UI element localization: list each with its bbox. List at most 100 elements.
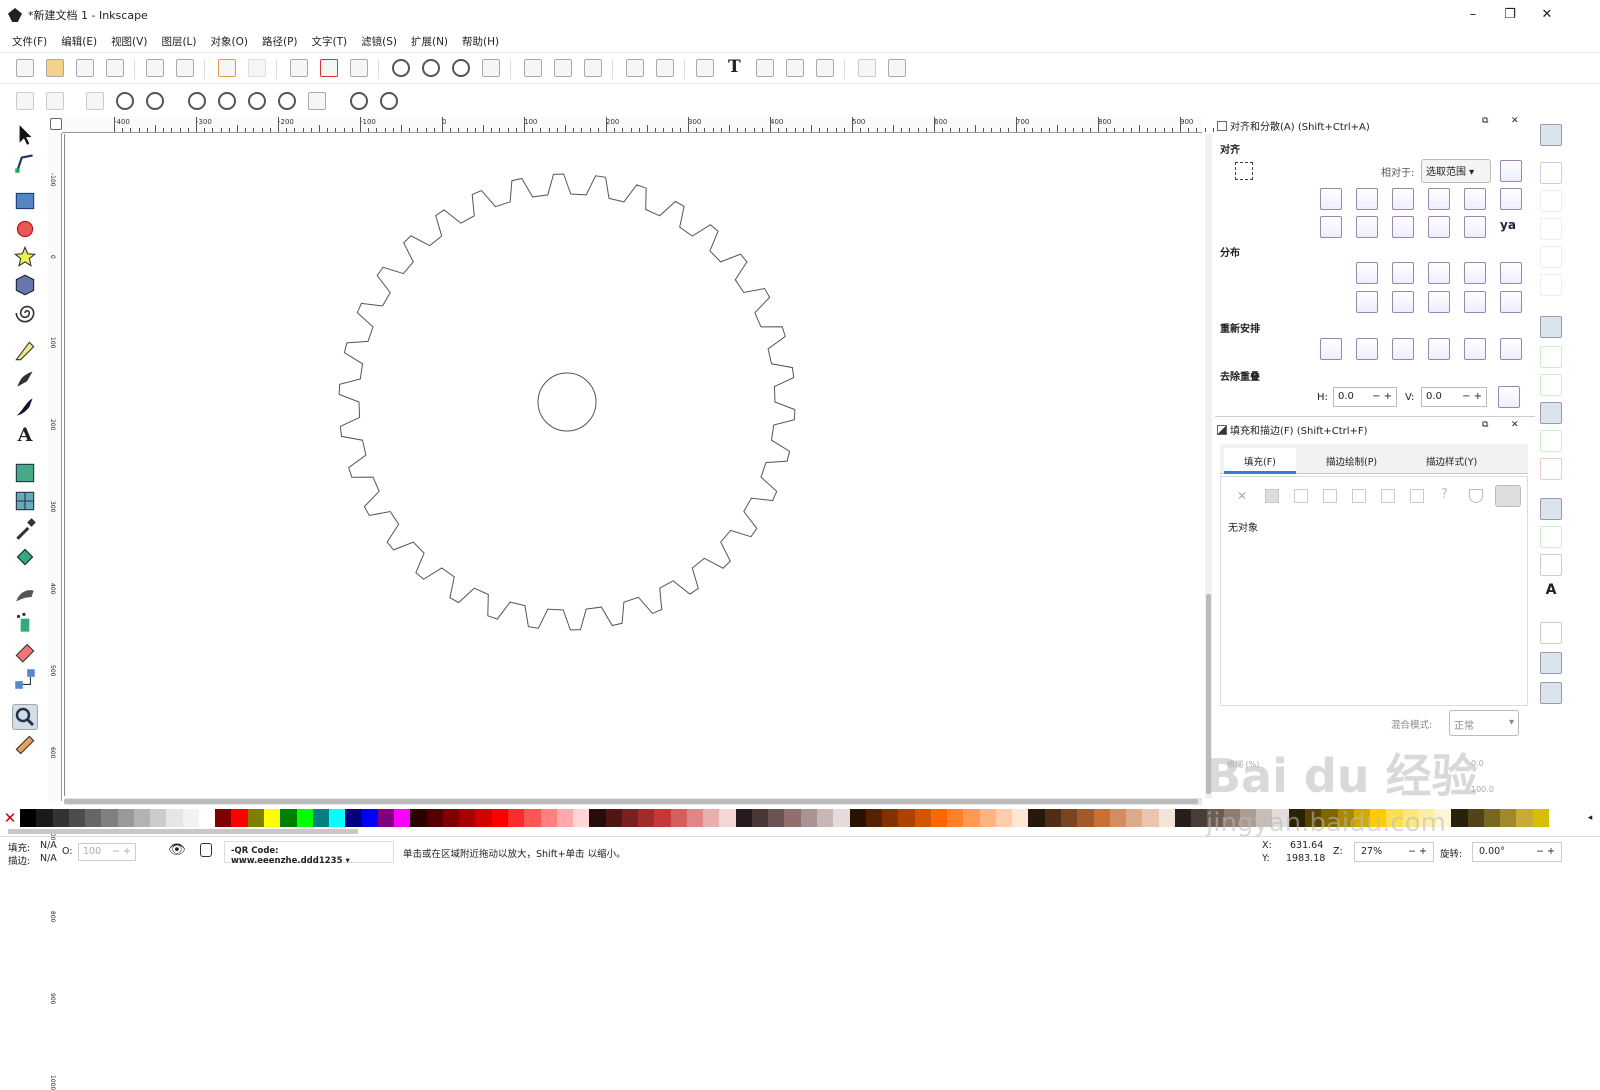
graph-layout-icon[interactable] <box>1320 338 1342 360</box>
zoom-previous-icon[interactable] <box>350 92 368 110</box>
layer-visibility-eye-icon[interactable]: 👁 <box>168 842 186 858</box>
color-swatch[interactable] <box>735 809 752 827</box>
undo-icon[interactable] <box>218 59 236 77</box>
node-tool-icon[interactable] <box>12 150 38 176</box>
panel-float-icon[interactable]: ⧉ <box>1482 420 1488 430</box>
color-swatch[interactable] <box>719 809 736 827</box>
spray-tool-icon[interactable] <box>12 610 38 636</box>
text-tool-icon[interactable]: A <box>12 422 38 448</box>
tweak-tool-icon[interactable] <box>12 582 38 608</box>
color-swatch[interactable] <box>686 809 704 827</box>
zoom-page-icon[interactable] <box>248 92 266 110</box>
color-swatch[interactable] <box>1077 809 1094 827</box>
paste-icon[interactable] <box>350 59 368 77</box>
color-swatch[interactable] <box>1158 809 1175 827</box>
layer-lock-icon[interactable] <box>200 843 212 857</box>
rectangle-tool-icon[interactable] <box>12 188 38 214</box>
color-swatch[interactable] <box>1402 809 1419 827</box>
3d-box-tool-icon[interactable] <box>12 272 38 298</box>
snap-bbox-edge-icon[interactable] <box>1540 190 1562 212</box>
snap-intersection-icon[interactable] <box>1540 374 1562 396</box>
import-icon[interactable] <box>146 59 164 77</box>
menu-layer[interactable]: 图层(L) <box>161 34 196 49</box>
relative-to-select[interactable]: 选取范围 ▾ <box>1421 159 1491 183</box>
zoom-tool-icon[interactable] <box>12 704 38 730</box>
color-swatch[interactable] <box>1028 809 1045 827</box>
color-swatch[interactable] <box>524 809 541 827</box>
center-hole-circle[interactable] <box>537 372 597 432</box>
color-swatch[interactable] <box>1223 809 1240 827</box>
menu-path[interactable]: 路径(P) <box>262 34 298 49</box>
color-swatch[interactable] <box>345 809 362 827</box>
open-icon[interactable] <box>46 59 64 77</box>
menu-file[interactable]: 文件(F) <box>12 34 47 49</box>
align-dialog-icon[interactable] <box>816 59 834 77</box>
pen-tool-icon[interactable] <box>12 366 38 392</box>
print-icon[interactable] <box>106 59 124 77</box>
color-swatch[interactable] <box>1288 809 1305 827</box>
menu-view[interactable]: 视图(V) <box>111 34 147 49</box>
color-swatch[interactable] <box>1451 809 1468 827</box>
remove-overlap-button-icon[interactable] <box>1498 386 1520 408</box>
distribute-baseline-icon[interactable] <box>1500 262 1522 284</box>
zoom-next-icon[interactable] <box>380 92 398 110</box>
color-swatch[interactable] <box>426 809 443 827</box>
color-swatch[interactable] <box>654 809 671 827</box>
color-swatch[interactable] <box>670 809 687 827</box>
color-swatch[interactable] <box>589 809 606 827</box>
color-swatch[interactable] <box>442 809 460 827</box>
treat-as-group-icon[interactable] <box>1500 160 1522 182</box>
color-swatch[interactable] <box>150 809 167 827</box>
color-swatch[interactable] <box>1337 809 1354 827</box>
select-group-icon[interactable] <box>1235 162 1253 180</box>
pencil-tool-icon[interactable] <box>12 338 38 364</box>
color-swatch[interactable] <box>1256 809 1273 827</box>
color-swatch[interactable] <box>540 809 557 827</box>
color-swatch[interactable] <box>995 809 1013 827</box>
new-document-icon[interactable] <box>16 59 34 77</box>
zoom-input[interactable]: 27% − + <box>1354 842 1434 862</box>
color-swatch[interactable] <box>882 809 899 827</box>
color-swatch[interactable] <box>1191 809 1208 827</box>
opacity-value[interactable]: 100.0 <box>1471 785 1494 794</box>
snap-text-baseline-icon[interactable]: A <box>1540 582 1562 604</box>
color-swatch[interactable] <box>800 809 818 827</box>
color-swatch[interactable] <box>231 809 248 827</box>
linear-gradient-icon[interactable] <box>1294 489 1308 503</box>
color-swatch[interactable] <box>1126 809 1143 827</box>
panel-float-icon[interactable]: ⧉ <box>1482 116 1488 126</box>
snap-bbox-corner-icon[interactable] <box>1540 218 1562 240</box>
selector-tool-icon[interactable] <box>12 122 38 148</box>
color-swatch[interactable] <box>215 809 232 827</box>
randomize-positions-icon[interactable] <box>1464 338 1486 360</box>
color-swatch[interactable] <box>979 809 996 827</box>
drawing-canvas[interactable] <box>64 134 1202 796</box>
opacity-input[interactable]: 100− + <box>78 843 136 861</box>
color-swatch[interactable] <box>1532 809 1549 827</box>
center-vertical-axis-icon[interactable] <box>1392 188 1414 210</box>
menu-filters[interactable]: 滤镜(S) <box>361 34 397 49</box>
color-swatch[interactable] <box>1483 809 1501 827</box>
color-swatch[interactable] <box>68 809 86 827</box>
eraser-tool-icon[interactable] <box>12 638 38 664</box>
menu-extensions[interactable]: 扩展(N) <box>411 34 448 49</box>
menu-object[interactable]: 对象(O) <box>211 34 248 49</box>
color-swatch[interactable] <box>849 809 866 827</box>
zoom-drawing-icon[interactable] <box>422 59 440 77</box>
gradient-tool-icon[interactable] <box>12 460 38 486</box>
exchange-z-order-icon[interactable] <box>1392 338 1414 360</box>
color-swatch[interactable] <box>963 809 980 827</box>
distribute-left-icon[interactable] <box>1356 262 1378 284</box>
close-button[interactable]: ✕ <box>1532 6 1562 24</box>
star-tool-icon[interactable] <box>12 244 38 270</box>
color-swatch[interactable] <box>605 809 622 827</box>
h-gap-input[interactable]: 0.0− + <box>1333 387 1397 407</box>
color-swatch[interactable] <box>491 809 508 827</box>
color-swatch[interactable] <box>1174 809 1192 827</box>
clone-icon[interactable] <box>554 59 572 77</box>
snap-nodes-icon[interactable] <box>1540 316 1562 338</box>
xml-editor-icon[interactable] <box>786 59 804 77</box>
no-color-swatch-icon[interactable]: ✕ <box>0 808 20 828</box>
v-gap-input[interactable]: 0.0− + <box>1421 387 1487 407</box>
color-swatch[interactable] <box>101 809 118 827</box>
